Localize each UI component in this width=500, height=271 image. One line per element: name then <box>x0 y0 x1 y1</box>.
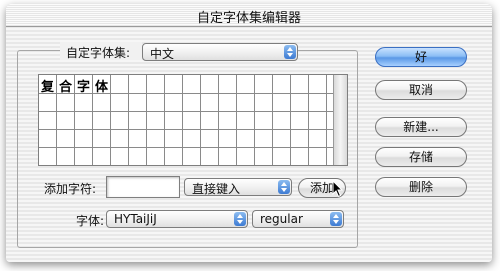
grid-cell-char[interactable]: 字 <box>75 76 92 95</box>
font-family-popup[interactable]: HYTaiJiJ <box>106 210 248 228</box>
updown-arrows-icon <box>284 45 296 59</box>
font-family-popup-value: HYTaiJiJ <box>114 212 157 226</box>
updown-arrows-icon <box>234 212 246 226</box>
charset-popup[interactable]: 中文 <box>142 43 298 61</box>
updown-arrows-icon <box>278 180 290 194</box>
grid-scrollbar[interactable] <box>333 75 347 165</box>
mouse-pointer-icon <box>332 180 344 198</box>
grid-cell-char[interactable]: 复 <box>39 76 56 95</box>
delete-button[interactable]: 删除 <box>375 177 467 197</box>
title-bar: 自定字体集编辑器 <box>6 4 492 27</box>
grid-cell-char[interactable]: 体 <box>93 76 110 95</box>
font-style-popup[interactable]: regular <box>252 210 344 228</box>
charset-popup-value: 中文 <box>150 47 175 61</box>
updown-arrows-icon <box>330 212 342 226</box>
grid-cell-char[interactable]: 合 <box>57 76 74 95</box>
cancel-button[interactable]: 取消 <box>375 80 467 100</box>
save-button[interactable]: 存储 <box>375 147 467 167</box>
input-mode-popup[interactable]: 直接键入 <box>184 178 292 196</box>
window-title: 自定字体集编辑器 <box>196 11 301 26</box>
add-char-input[interactable] <box>106 176 180 198</box>
charset-label: 自定字体集: <box>66 46 131 60</box>
font-label: 字体: <box>76 214 105 228</box>
character-grid[interactable]: 复 合 字 体 <box>38 74 348 166</box>
ok-button[interactable]: 好 <box>375 47 467 67</box>
add-char-label: 添加字符: <box>44 182 97 196</box>
input-mode-popup-value: 直接键入 <box>192 182 241 196</box>
new-button[interactable]: 新建... <box>375 117 467 137</box>
font-style-popup-value: regular <box>260 212 303 226</box>
